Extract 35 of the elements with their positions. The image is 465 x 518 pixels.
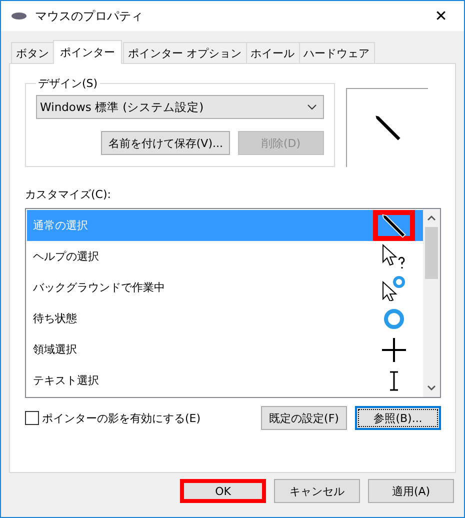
cursor-button[interactable]: 参照(B)...	[355, 406, 441, 430]
dialog-button[interactable]: OK	[180, 479, 266, 503]
scheme-button[interactable]: 名前を付けて保存(V)...	[101, 131, 230, 155]
chevron-down-icon	[307, 104, 317, 110]
scrollbar-thumb[interactable]	[425, 227, 438, 279]
tab[interactable]: ボタン	[11, 42, 54, 63]
pen-cursor-icon	[372, 113, 402, 143]
cursor-list-item[interactable]: 領域選択	[27, 334, 423, 365]
mouse-icon	[11, 12, 27, 20]
checkbox[interactable]	[25, 411, 39, 425]
dialog-button[interactable]: 適用(A)	[368, 479, 454, 503]
group-label: デザイン(S)	[37, 76, 99, 91]
tab[interactable]: ハードウェア	[298, 42, 374, 63]
tab[interactable]: ポインター	[53, 40, 122, 64]
cursor-button[interactable]: 既定の設定(F)	[261, 406, 347, 430]
text-cursor-icon	[389, 370, 399, 390]
pen-cursor-icon	[381, 212, 407, 238]
cursor-list-item[interactable]: テキスト選択	[27, 365, 423, 396]
cursor-list-item[interactable]: 待ち状態	[27, 303, 423, 334]
chevron-down-icon[interactable]	[427, 385, 436, 391]
checkbox-label[interactable]: ポインターの影を有効にする(E)	[42, 410, 201, 426]
loading-ring-icon	[383, 308, 405, 330]
window-title: マウスのプロパティ	[35, 8, 144, 24]
cursor-list-item[interactable]: バックグラウンドで作業中	[27, 272, 423, 303]
dialog-button[interactable]: キャンセル	[274, 479, 360, 503]
scheme-dropdown[interactable]: Windows 標準 (システム設定)	[36, 95, 324, 119]
crosshair-icon	[382, 338, 406, 362]
help-cursor-icon	[381, 244, 407, 270]
tab[interactable]: ポインター オプション	[123, 42, 246, 63]
scrollbar[interactable]	[423, 209, 440, 397]
chevron-up-icon[interactable]	[427, 215, 436, 221]
close-button[interactable]: ✕	[418, 1, 464, 31]
cursor-list-item[interactable]: ヘルプの選択	[27, 241, 423, 272]
busy-cursor-icon	[381, 274, 407, 300]
customize-label: カスタマイズ(C):	[25, 187, 112, 202]
